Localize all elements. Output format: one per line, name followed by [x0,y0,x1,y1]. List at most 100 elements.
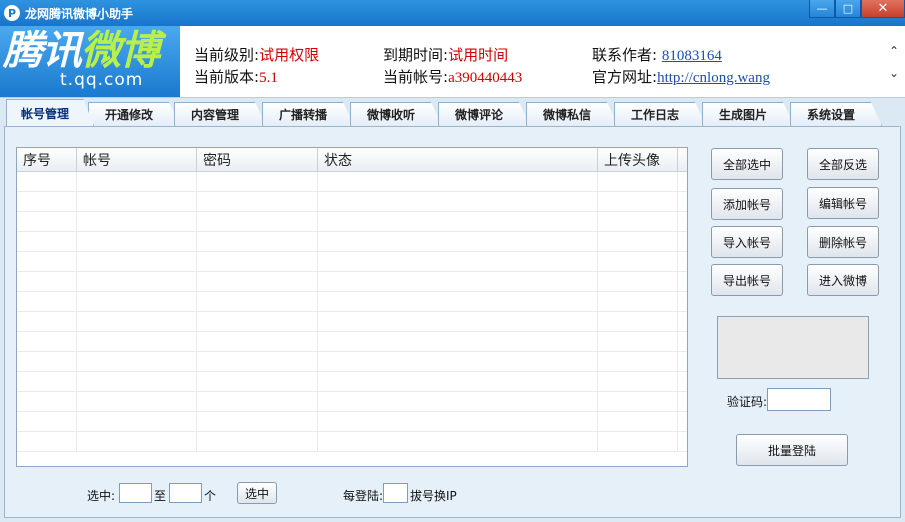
table-cell [197,232,318,252]
tab-bar: 帐号管理 开通修改 内容管理 广播转播 微博收听 微博评论 微博私信 工作日志 … [0,99,905,126]
tab-content-manage[interactable]: 内容管理 [174,102,266,126]
tab-open-modify[interactable]: 开通修改 [88,102,180,126]
tab-comment[interactable]: 微博评论 [438,102,530,126]
select-range-button[interactable]: 选中 [237,482,277,504]
table-cell [17,172,77,192]
header-scroll[interactable]: ⌃ ⌄ [887,40,901,84]
tab-account-manage[interactable]: 帐号管理 [6,99,94,126]
table-row[interactable] [17,252,687,272]
table-cell [77,332,197,352]
table-cell [598,232,678,252]
table-row[interactable] [17,292,687,312]
site-link[interactable]: http://cnlong.wang [657,70,770,86]
table-cell [318,252,598,272]
table-cell [197,212,318,232]
column-header-index[interactable]: 序号 [17,148,77,172]
close-button[interactable]: ✕ [861,0,905,18]
table-row[interactable] [17,172,687,192]
maximize-button[interactable]: □ [835,0,861,18]
table-cell [598,272,678,292]
export-account-button[interactable]: 导出帐号 [711,264,783,296]
select-range-label: 选中: [87,489,116,503]
table-row[interactable] [17,332,687,352]
version-label: 当前版本: [194,68,260,86]
table-cell [598,412,678,432]
table-cell [77,232,197,252]
minimize-button[interactable]: — [809,0,835,18]
tab-broadcast[interactable]: 广播转播 [262,102,354,126]
table-row[interactable] [17,212,687,232]
table-row[interactable] [17,412,687,432]
select-from-input[interactable] [119,483,152,503]
table-cell [197,292,318,312]
table-row[interactable] [17,352,687,372]
table-cell [318,232,598,252]
author-label: 联系作者: [592,46,658,64]
invert-selection-button[interactable]: 全部反选 [807,148,879,180]
minimize-icon: — [816,2,828,15]
account-info: 当前帐号:a390440443 [383,66,522,87]
table-cell [17,192,77,212]
table-cell [17,392,77,412]
table-row[interactable] [17,432,687,452]
table-cell [598,172,678,192]
column-header-status[interactable]: 状态 [318,148,598,172]
table-cell [197,352,318,372]
per-login-input[interactable] [383,483,408,503]
import-account-button[interactable]: 导入帐号 [711,226,783,258]
tencent-weibo-logo: 腾讯微博 t.qq.com [0,26,180,97]
enter-weibo-button[interactable]: 进入微博 [807,264,879,296]
column-header-password[interactable]: 密码 [197,148,318,172]
table-cell [17,372,77,392]
table-cell [598,292,678,312]
add-account-button[interactable]: 添加帐号 [711,188,783,220]
table-cell [598,312,678,332]
table-row[interactable] [17,192,687,212]
table-cell [318,392,598,412]
table-row[interactable] [17,232,687,252]
app-icon: P [4,5,20,21]
table-cell [17,332,77,352]
table-cell [77,412,197,432]
table-cell [318,192,598,212]
delete-account-button[interactable]: 删除帐号 [807,226,879,258]
table-row[interactable] [17,392,687,412]
tab-listen[interactable]: 微博收听 [350,102,442,126]
chevron-down-icon[interactable]: ⌄ [887,62,901,84]
version-info: 当前版本:5.1 [194,66,278,87]
batch-login-button[interactable]: 批量登陆 [736,434,848,466]
column-header-avatar[interactable]: 上传头像 [598,148,678,172]
tab-system-settings[interactable]: 系统设置 [790,102,882,126]
edit-account-button[interactable]: 编辑帐号 [807,187,879,219]
author-link[interactable]: 81083164 [662,48,722,64]
table-cell [318,272,598,292]
account-table[interactable]: 序号 帐号 密码 状态 上传头像 [16,147,688,467]
table-cell [17,252,77,272]
table-body [17,172,687,452]
table-cell [318,172,598,192]
chevron-up-icon[interactable]: ⌃ [887,40,901,62]
table-cell [598,352,678,372]
table-header: 序号 帐号 密码 状态 上传头像 [17,148,687,172]
table-row[interactable] [17,372,687,392]
captcha-input[interactable] [767,388,831,411]
table-cell [318,292,598,312]
table-cell [77,432,197,452]
table-cell [77,212,197,232]
table-cell [598,332,678,352]
tab-private-message[interactable]: 微博私信 [526,102,618,126]
captcha-image [717,316,869,379]
table-cell [77,392,197,412]
tab-generate-image[interactable]: 生成图片 [702,102,794,126]
select-to-input[interactable] [169,483,202,503]
switch-ip-label: 拔号换IP [410,489,457,503]
select-all-button[interactable]: 全部选中 [711,148,783,180]
logo-subtext: t.qq.com [60,70,144,90]
table-row[interactable] [17,312,687,332]
maximize-icon: □ [842,2,854,15]
table-cell [197,372,318,392]
tab-work-log[interactable]: 工作日志 [614,102,706,126]
table-cell [77,312,197,332]
table-row[interactable] [17,272,687,292]
column-header-account[interactable]: 帐号 [77,148,197,172]
